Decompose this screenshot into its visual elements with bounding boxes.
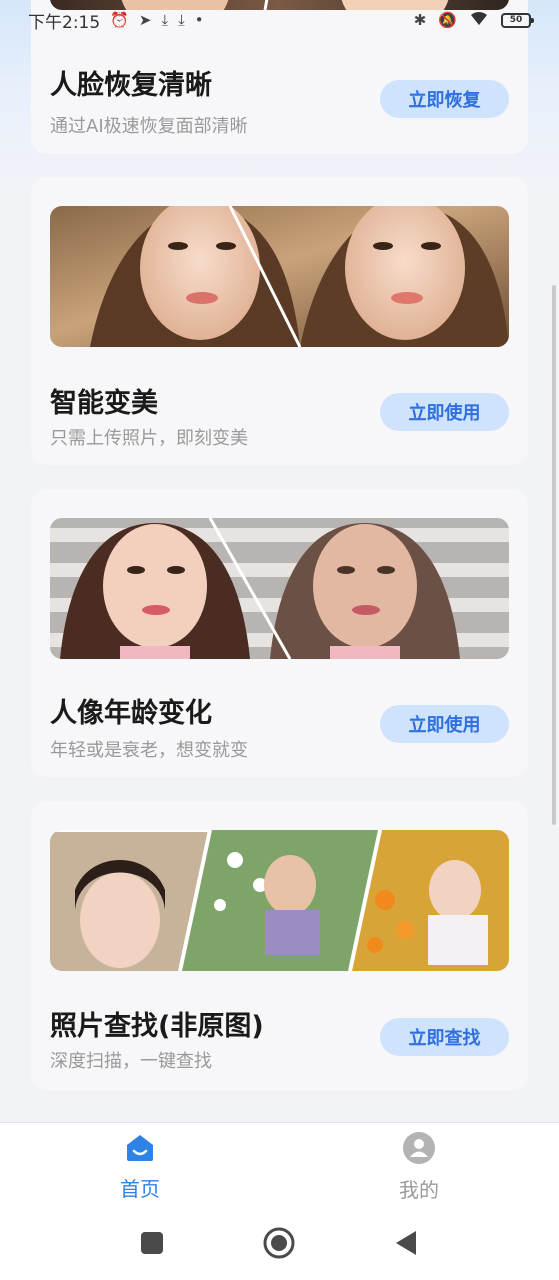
recents-button[interactable] [141,1232,163,1258]
mute-icon: 🔕 [438,11,457,29]
card-subtitle: 只需上传照片，即刻变美 [50,428,248,449]
tab-mine[interactable]: 我的 [319,1123,519,1211]
smart-beauty-image [50,206,509,347]
restore-now-button[interactable]: 立即恢复 [380,80,509,118]
alarm-icon: ⏰ [110,11,129,29]
tab-home-label: 首页 [120,1176,160,1201]
tab-home[interactable]: 首页 [40,1123,240,1211]
download-icon: ⤓ [161,11,169,29]
bluetooth-icon: ✱ [413,11,427,29]
card-subtitle: 通过AI极速恢复面部清晰 [50,116,248,137]
status-right: ✱ 🔕 50 [413,10,534,31]
age-change-image [50,518,509,659]
download-icon-2: ⤓ [178,11,185,29]
dot-icon: • [194,11,204,29]
status-time: 下午2:15 [28,12,101,33]
search-now-button[interactable]: 立即查找 [380,1018,509,1056]
card-title: 人像年龄变化 [50,698,212,729]
use-now-button[interactable]: 立即使用 [380,393,509,431]
card-title: 智能变美 [50,388,158,419]
status-left: 下午2:15 ⏰ ➤ ⤓ ⤓ • [28,8,204,33]
battery-level: 50 [509,15,523,25]
wifi-icon [469,10,489,31]
system-nav-bar [0,1210,559,1280]
scrollbar[interactable] [552,285,556,825]
tab-mine-label: 我的 [399,1177,439,1202]
feature-list[interactable]: 人脸恢复清晰 通过AI极速恢复面部清晰 立即恢复 智能变美 只需上传照片，即刻变… [0,0,559,1122]
card-title: 人脸恢复清晰 [50,70,212,101]
home-button[interactable] [263,1227,295,1263]
home-icon [125,1133,155,1167]
card-title: 照片查找(非原图) [50,1011,264,1042]
back-button[interactable] [394,1230,418,1260]
card-subtitle: 深度扫描，一键查找 [50,1051,212,1072]
card-subtitle: 年轻或是衰老，想变就变 [50,740,248,761]
card-smart-beauty[interactable]: 智能变美 只需上传照片，即刻变美 立即使用 [31,177,528,465]
battery-icon: 50 [501,12,534,28]
use-now-button[interactable]: 立即使用 [380,705,509,743]
send-icon: ➤ [138,11,152,29]
card-photo-search[interactable]: 照片查找(非原图) 深度扫描，一键查找 立即查找 [31,801,528,1091]
profile-icon [403,1131,435,1168]
photo-search-image [50,830,509,971]
card-age-change[interactable]: 人像年龄变化 年轻或是衰老，想变就变 立即使用 [31,489,528,777]
tab-bar: 首页 我的 [0,1122,559,1210]
status-bar: 下午2:15 ⏰ ➤ ⤓ ⤓ • ✱ 🔕 50 [0,0,559,40]
